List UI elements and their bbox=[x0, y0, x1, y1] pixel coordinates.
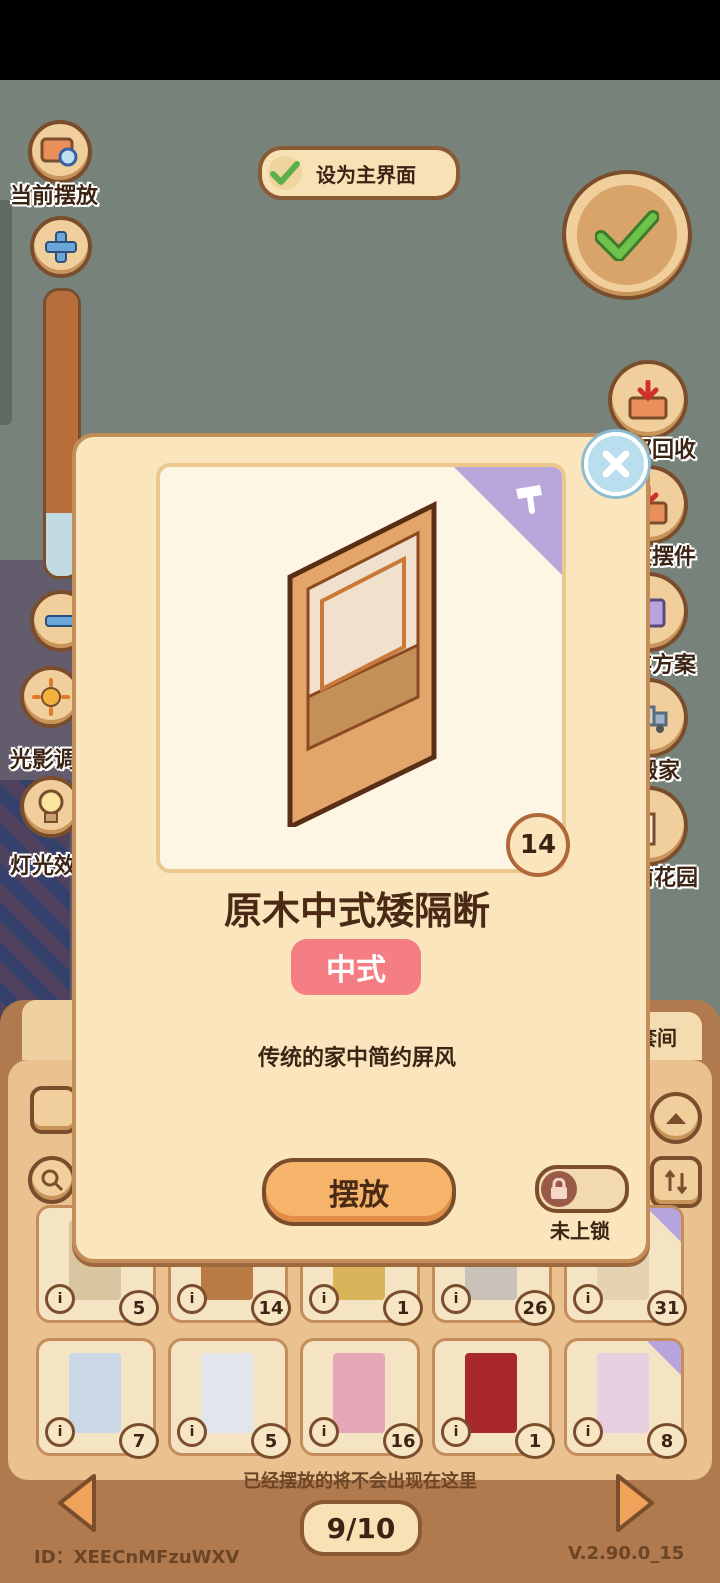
version-label: V.2.90.0_15 bbox=[568, 1543, 685, 1564]
inventory-item-card[interactable]: i1 bbox=[432, 1338, 555, 1459]
info-icon[interactable]: i bbox=[45, 1284, 75, 1314]
set-as-main-label: 设为主界面 bbox=[316, 162, 416, 187]
inventory-item-card[interactable]: i5 bbox=[168, 1338, 291, 1459]
confirm-button[interactable] bbox=[562, 170, 692, 300]
placement-notice: 已经摆放的将不会出现在这里 bbox=[243, 1471, 477, 1492]
item-count-badge: 5 bbox=[119, 1290, 159, 1326]
edge-drawer-handle[interactable] bbox=[0, 200, 12, 425]
lock-toggle[interactable] bbox=[535, 1165, 629, 1213]
close-button[interactable] bbox=[584, 432, 648, 496]
info-icon[interactable]: i bbox=[441, 1284, 471, 1314]
user-id: ID：XEECnMFzuWXV bbox=[34, 1547, 240, 1568]
lock-status-label: 未上锁 bbox=[550, 1219, 610, 1243]
search-button[interactable] bbox=[28, 1156, 76, 1204]
status-bar bbox=[0, 0, 720, 80]
recycle-all-button[interactable] bbox=[608, 360, 688, 440]
style-tag: 中式 bbox=[291, 939, 421, 995]
inventory-item-card[interactable]: i 16 bbox=[300, 1338, 423, 1459]
item-name: 原木中式矮隔断 bbox=[223, 889, 490, 933]
sort-icon bbox=[664, 1169, 688, 1195]
info-icon[interactable]: i bbox=[573, 1284, 603, 1314]
inventory-item-image bbox=[333, 1353, 385, 1433]
set-as-main-toggle[interactable]: 设为主界面 bbox=[258, 146, 460, 200]
info-icon[interactable]: i bbox=[309, 1284, 339, 1314]
prev-page-icon[interactable] bbox=[54, 1472, 98, 1534]
item-count-badge: 5 bbox=[251, 1423, 291, 1459]
plus-icon bbox=[45, 231, 77, 263]
info-icon[interactable]: i bbox=[45, 1417, 75, 1447]
item-count-badge: 1 bbox=[515, 1423, 555, 1459]
zoom-in-button[interactable] bbox=[30, 216, 92, 278]
style-corner-badge bbox=[647, 1341, 681, 1375]
lighting-label: 灯光效 bbox=[10, 854, 77, 879]
wooden-screen-icon bbox=[287, 500, 437, 827]
checkmark-icon bbox=[268, 156, 302, 190]
place-button[interactable]: 摆放 bbox=[262, 1158, 456, 1226]
boxes-search-icon bbox=[40, 137, 78, 167]
chevron-up-icon bbox=[666, 1113, 686, 1124]
category-button[interactable] bbox=[30, 1086, 78, 1134]
item-count-badge: 26 bbox=[515, 1290, 555, 1326]
sort-button[interactable] bbox=[650, 1156, 702, 1208]
lock-icon bbox=[541, 1171, 577, 1207]
sun-icon bbox=[32, 678, 70, 716]
info-icon[interactable]: i bbox=[441, 1417, 471, 1447]
paint-roller-icon bbox=[516, 485, 542, 514]
info-icon[interactable]: i bbox=[309, 1417, 339, 1447]
item-description: 传统的家中简约屏风 bbox=[257, 1046, 456, 1071]
inventory-item-image bbox=[465, 1353, 517, 1433]
inventory-item-image bbox=[201, 1353, 253, 1433]
scroll-up-button[interactable] bbox=[650, 1092, 702, 1144]
item-count-badge: 1 bbox=[383, 1290, 423, 1326]
item-artwork bbox=[156, 463, 566, 873]
info-icon[interactable]: i bbox=[177, 1284, 207, 1314]
info-icon[interactable]: i bbox=[573, 1417, 603, 1447]
search-icon bbox=[41, 1169, 64, 1192]
next-page-icon[interactable] bbox=[614, 1472, 658, 1534]
item-count-badge: 7 bbox=[119, 1423, 159, 1459]
owned-count-badge: 14 bbox=[506, 813, 570, 877]
checkmark-icon bbox=[595, 210, 659, 261]
inventory-item-card[interactable]: i7 bbox=[36, 1338, 159, 1459]
close-icon bbox=[602, 450, 630, 478]
item-count-badge: 16 bbox=[383, 1423, 423, 1459]
inventory-item-image bbox=[597, 1353, 649, 1433]
light-shadow-label: 光影调 bbox=[10, 748, 77, 773]
info-icon[interactable]: i bbox=[177, 1417, 207, 1447]
current-placement-label: 当前摆放 bbox=[10, 184, 99, 209]
inventory-item-image bbox=[69, 1353, 121, 1433]
item-count-badge: 31 bbox=[647, 1290, 687, 1326]
inventory-item-card[interactable]: i8 bbox=[564, 1338, 687, 1459]
box-down-arrow-icon bbox=[628, 380, 668, 420]
page-indicator: 9/10 bbox=[300, 1500, 422, 1556]
item-count-badge: 8 bbox=[647, 1423, 687, 1459]
current-placement-button[interactable] bbox=[28, 120, 92, 184]
item-count-badge: 14 bbox=[251, 1290, 291, 1326]
style-corner-badge bbox=[647, 1208, 681, 1242]
light-bulb-icon bbox=[38, 789, 64, 823]
